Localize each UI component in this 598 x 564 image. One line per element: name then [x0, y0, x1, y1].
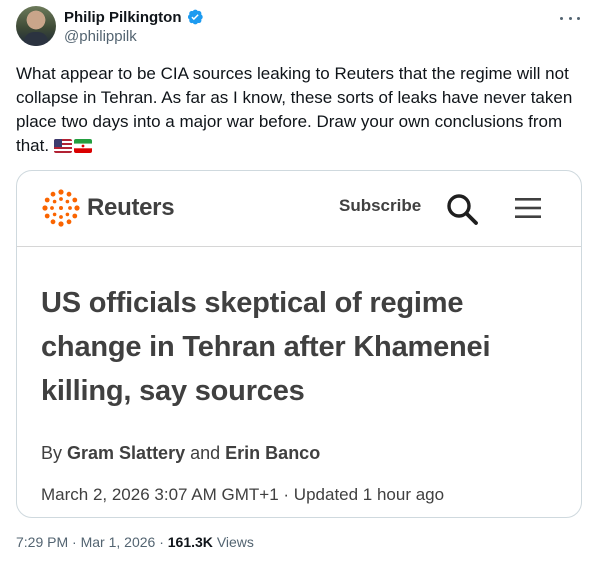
- reuters-dots-icon: [42, 189, 80, 227]
- flags: [53, 139, 92, 153]
- more-options-icon[interactable]: [560, 10, 580, 26]
- tweet-body: What appear to be CIA sources leaking to…: [16, 64, 573, 155]
- avatar-figure: [24, 32, 48, 46]
- byline-author-1[interactable]: Gram Slattery: [67, 443, 185, 463]
- views-label: Views: [216, 534, 254, 550]
- search-icon[interactable]: [445, 192, 479, 226]
- tweet-date[interactable]: Mar 1, 2026: [81, 534, 156, 550]
- byline-and: and: [190, 443, 221, 463]
- reuters-header: Reuters Subscribe: [17, 171, 581, 247]
- tweet-meta: 7:29 PM · Mar 1, 2026 · 161.3K Views: [16, 534, 254, 550]
- article-byline: By Gram Slattery and Erin Banco: [41, 443, 320, 464]
- author-name[interactable]: Philip Pilkington: [64, 9, 182, 26]
- hamburger-menu-icon[interactable]: [513, 195, 543, 221]
- flag-us-icon: [53, 139, 72, 153]
- flag-iran-icon: [73, 139, 92, 153]
- reuters-wordmark: Reuters: [87, 194, 175, 221]
- avatar[interactable]: [16, 6, 56, 46]
- meta-separator: ·: [72, 534, 77, 550]
- subscribe-link[interactable]: Subscribe: [339, 196, 421, 216]
- article-updated: Updated 1 hour ago: [293, 485, 445, 504]
- meta-separator: ·: [159, 534, 164, 550]
- tweet: Philip Pilkington @philippilk What appea…: [0, 0, 598, 564]
- verified-badge-icon: [187, 9, 203, 25]
- tweet-time[interactable]: 7:29 PM: [16, 534, 68, 550]
- byline-prefix: By: [41, 443, 63, 463]
- byline-author-2[interactable]: Erin Banco: [225, 443, 320, 463]
- dateline-separator: ·: [283, 485, 290, 504]
- article-headline[interactable]: US officials skeptical of regime change …: [41, 281, 561, 413]
- link-card[interactable]: Reuters Subscribe US officials skeptical…: [16, 170, 582, 518]
- author-handle[interactable]: @philippilk: [64, 28, 204, 45]
- views-count[interactable]: 161.3K: [168, 534, 213, 550]
- user-info: Philip Pilkington @philippilk: [64, 7, 204, 45]
- article-dateline: March 2, 2026 3:07 AM GMT+1 · Updated 1 …: [41, 485, 444, 505]
- name-row: Philip Pilkington: [64, 7, 204, 27]
- article-date: March 2, 2026 3:07 AM GMT+1: [41, 485, 279, 504]
- tweet-text: What appear to be CIA sources leaking to…: [16, 62, 582, 158]
- reuters-logo[interactable]: Reuters: [41, 188, 175, 228]
